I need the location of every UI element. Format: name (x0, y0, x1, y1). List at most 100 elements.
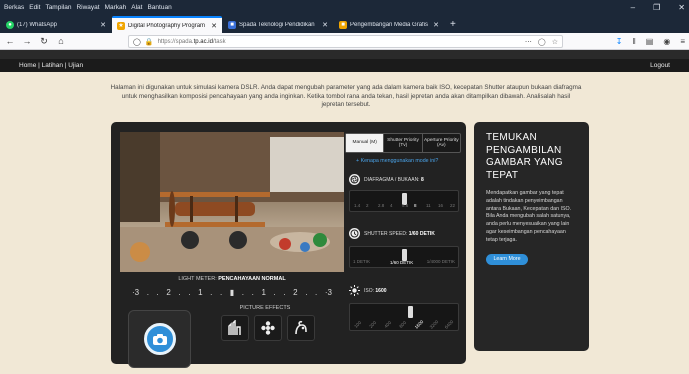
shield-icon[interactable]: ◯ (133, 38, 141, 46)
toolbar-right: ↧ ‖ ▤ ◉ ≡ (616, 35, 685, 48)
meter-tick: 2 (166, 287, 171, 297)
back-icon[interactable]: ← (3, 34, 17, 48)
menu-icon[interactable]: ≡ (680, 37, 685, 46)
download-icon[interactable]: ↧ (616, 37, 623, 46)
tab-label: Digital Photography Program (128, 22, 206, 29)
tab-bar: ● (17) WhatsApp ✕ ★ Digital Photography … (0, 14, 689, 33)
close-window-icon[interactable]: ✕ (678, 3, 685, 12)
flower-icon (261, 321, 275, 335)
meter-tick: . (210, 287, 213, 297)
menu-alat[interactable]: Alat (131, 4, 142, 11)
iso-tick: 100 (353, 320, 363, 329)
account-icon[interactable]: ◉ (663, 37, 670, 46)
sidebar-body: Mendapatkan gambar yang tepat adalah tin… (486, 190, 572, 243)
aperture-tick: 16 (438, 203, 444, 208)
shutter-speed-icon (349, 228, 360, 239)
mode-aperture-priority[interactable]: Aperture Priority (Av) (423, 134, 460, 152)
light-meter-value: PENCAHAYAAN NORMAL (218, 276, 286, 282)
mode-selector: Manual (M) Shutter Priority (Tv) Apertur… (345, 133, 461, 153)
url-text: https://spada.tp.ac.id/task (157, 38, 226, 45)
spada-icon: ■ (228, 20, 236, 29)
effect-portrait-button[interactable] (287, 315, 315, 341)
iso-slider-handle[interactable] (408, 306, 413, 318)
meter-tick: 2 (293, 287, 298, 297)
close-icon[interactable]: ✕ (211, 22, 217, 30)
aperture-tick: 8 (414, 203, 417, 208)
tips-sidebar: TEMUKAN PENGAMBILAN GAMBAR YANG TEPAT Me… (474, 122, 589, 351)
minimize-icon[interactable]: – (631, 3, 635, 12)
navigation-bar: ← → ↻ ⌂ ◯ 🔒 https://spada.tp.ac.id/task … (0, 33, 689, 50)
close-icon[interactable]: ✕ (100, 21, 106, 29)
iso-tick: 200 (368, 320, 378, 329)
aperture-tick: 11 (426, 203, 431, 208)
aperture-label: DIAFRAGMA / BUKAAN: 8 (364, 177, 424, 183)
shutter-speed-label: SHUTTER SPEED: 1/60 DETIK (364, 231, 435, 237)
whatsapp-icon: ● (6, 20, 14, 29)
mode-manual[interactable]: Manual (M) (346, 134, 385, 152)
shutter-tick-selected: 1/60 DETIK (390, 260, 414, 265)
new-tab-icon[interactable]: + (444, 16, 462, 33)
forward-icon[interactable]: → (20, 34, 34, 48)
pocket-icon[interactable]: ◯ (538, 38, 546, 46)
iso-tick: 3200 (428, 319, 440, 330)
iso-tick: 800 (398, 320, 408, 329)
effect-flower-button[interactable] (254, 315, 282, 341)
home-icon[interactable]: ⌂ (54, 34, 68, 48)
tab-digital-photography[interactable]: ★ Digital Photography Program ✕ (112, 16, 222, 33)
window-controls: – ❐ ✕ (631, 0, 685, 14)
iso-slider[interactable]: 100 200 400 800 1600 3200 6400 (349, 303, 459, 331)
site-top-strip (0, 50, 689, 59)
more-icon[interactable]: ⋯ (525, 38, 532, 46)
meter-tick: . (315, 287, 318, 297)
sidebar-icon[interactable]: ▤ (646, 37, 654, 46)
menu-bantuan[interactable]: Bantuan (147, 4, 171, 11)
meter-tick: . (219, 287, 223, 297)
light-meter-label: LIGHT METER: PENCAHAYAAN NORMAL (178, 276, 286, 282)
sidebar-title: TEMUKAN PENGAMBILAN GAMBAR YANG TEPAT (486, 132, 563, 181)
logout-link[interactable]: Logout (650, 62, 670, 69)
bookmark-star-icon[interactable]: ☆ (552, 38, 558, 46)
effect-cityscape-button[interactable] (221, 315, 249, 341)
tab-label: (17) WhatsApp (17, 21, 58, 28)
meter-tick: ▮ (229, 287, 235, 297)
iso-label: ISO: 1600 (364, 288, 387, 294)
aperture-icon (349, 174, 360, 185)
shutter-button[interactable] (128, 310, 191, 368)
mode-help-link[interactable]: + Kenapa menggunakan mode ini? (356, 158, 438, 164)
light-meter-scale: ·3.. 2.. 1.. ▮.. 1.. 2.. ·3 (132, 285, 332, 299)
library-icon[interactable]: ‖ (632, 37, 635, 46)
cityscape-icon (228, 320, 241, 335)
tab-whatsapp[interactable]: ● (17) WhatsApp ✕ (1, 16, 111, 33)
aperture-value: 8 (420, 177, 424, 183)
meter-tick: 1 (261, 287, 266, 297)
mode-shutter-priority[interactable]: Shutter Priority (Tv) (384, 134, 423, 152)
lock-icon[interactable]: 🔒 (145, 38, 154, 46)
site-nav-links[interactable]: Home | Latihan | Ujian (19, 62, 83, 69)
aperture-tick: 22 (450, 203, 456, 208)
iso-tick: 400 (383, 320, 393, 329)
reload-icon[interactable]: ↻ (37, 34, 51, 48)
menu-tampilan[interactable]: Tampilan (45, 4, 71, 11)
site-nav: Home | Latihan | Ujian Logout (0, 59, 689, 72)
meter-tick: . (156, 287, 159, 297)
learn-more-button[interactable]: Learn More (486, 253, 528, 265)
url-bar[interactable]: ◯ 🔒 https://spada.tp.ac.id/task ⋯ ◯ ☆ (128, 35, 563, 48)
aperture-slider[interactable]: 1.4 2 2.8 4 5.6 8 11 16 22 (349, 190, 459, 212)
maximize-icon[interactable]: ❐ (653, 3, 660, 12)
meter-tick: . (188, 287, 191, 297)
tab-pengembangan[interactable]: ■ Pengembangan Media Grafis ✕ (334, 16, 444, 33)
close-icon[interactable]: ✕ (433, 21, 439, 29)
browser-menubar: Berkas Edit Tampilan Riwayat Markah Alat… (0, 0, 689, 14)
close-icon[interactable]: ✕ (322, 21, 328, 29)
menu-edit[interactable]: Edit (29, 4, 40, 11)
preview-photo (120, 132, 344, 272)
meter-tick: . (178, 287, 181, 297)
tab-label: Spada Teknologi Pendidikan (239, 21, 315, 28)
shutter-speed-slider[interactable]: 1 DETIK 1/60 DETIK 1/4000 DETIK (349, 246, 459, 268)
menu-markah[interactable]: Markah (105, 4, 127, 11)
menu-riwayat[interactable]: Riwayat (76, 4, 99, 11)
tab-label: Pengembangan Media Grafis (350, 21, 429, 28)
aperture-tick: 5.6 (402, 203, 409, 208)
menu-berkas[interactable]: Berkas (4, 4, 24, 11)
tab-spada[interactable]: ■ Spada Teknologi Pendidikan ✕ (223, 16, 333, 33)
